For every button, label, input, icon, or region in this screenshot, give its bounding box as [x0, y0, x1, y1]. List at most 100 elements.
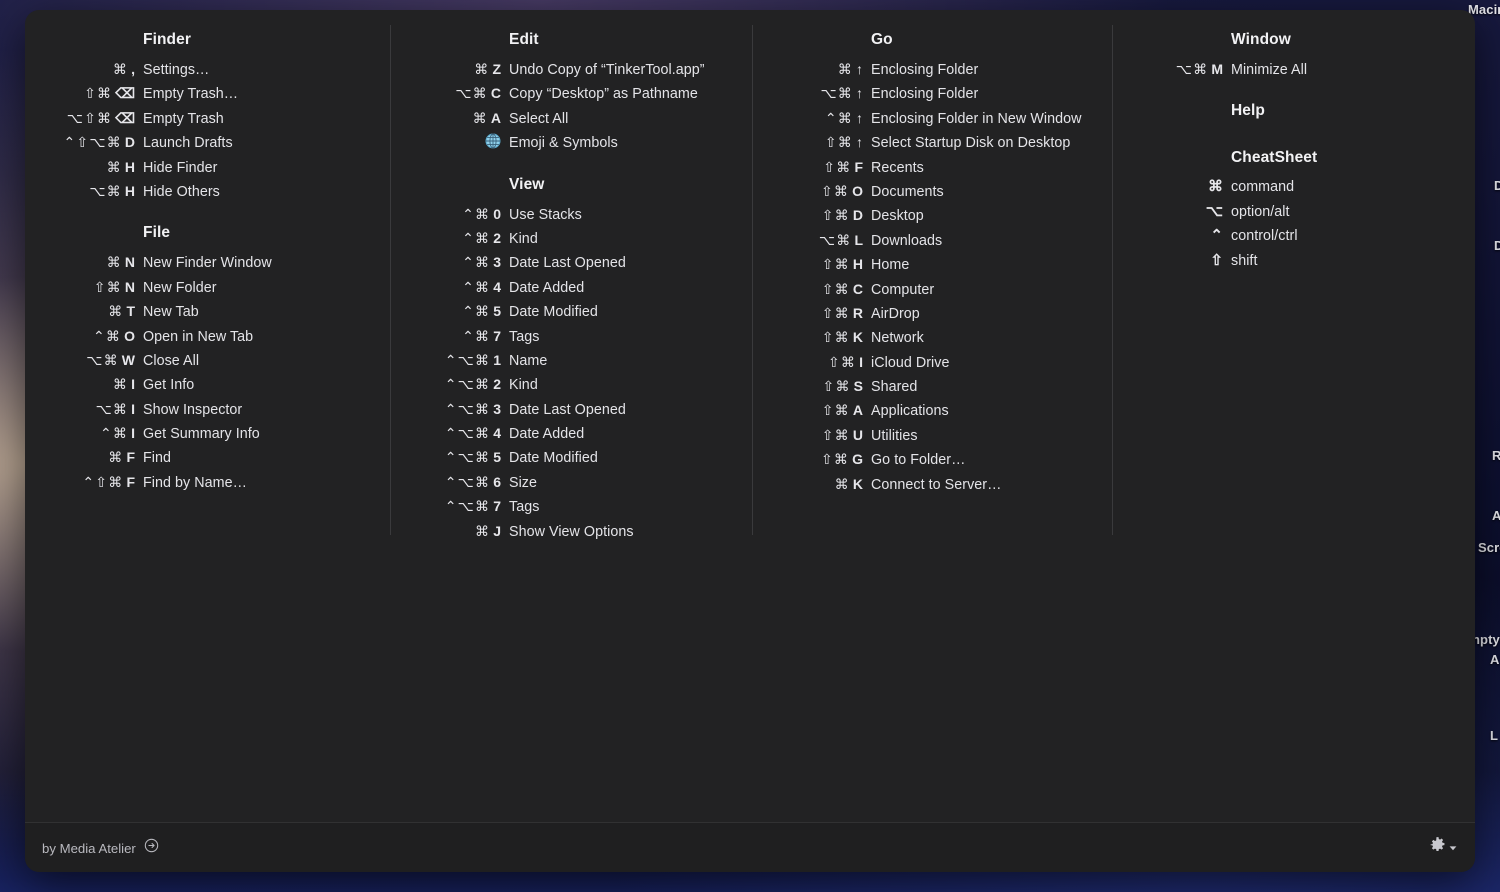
desktop-icon-label: R [1492, 448, 1500, 463]
menu-command-label: Use Stacks [509, 206, 582, 223]
shortcut-keys: ⌥⌘ L [753, 228, 863, 252]
modifier-glyphs: ⌥⌘ [86, 351, 119, 368]
shortcut-keys: ⌃⌘ 5 [391, 299, 501, 323]
shortcut-keys: ⌘ K [753, 472, 863, 496]
shortcut-key: 4 [493, 278, 501, 295]
shortcut-row: Emoji & Symbols [391, 130, 753, 154]
modifier-glyphs: ⌃⌘ [824, 109, 853, 126]
menu-command-label: Empty Trash [143, 110, 224, 127]
shortcut-key: ⌫ [115, 109, 135, 126]
section-edit: Edit ⌘ Z Undo Copy of “TinkerTool.app” ⌥⌘ C Co… [391, 28, 753, 173]
shortcut-row: ⇧⌘ K Network [753, 325, 1113, 349]
cheatsheet-overlay-panel: Finder ⌘, Settings… ⇧⌘ ⌫ Empty Trash… ⌥⇧⌘ ⌫ Empt… [25, 10, 1475, 872]
shortcut-row: ⌃⌘ 2 Kind [391, 226, 753, 250]
shortcut-key: O [124, 327, 135, 344]
shortcut-keys: ⌃⇧⌥⌘ D [25, 130, 135, 154]
shortcut-row: ⌘ Z Undo Copy of “TinkerTool.app” [391, 57, 753, 81]
shortcut-key: K [852, 329, 863, 346]
modifier-glyphs: ⌘ [106, 158, 122, 175]
shortcut-keys: ⌥⇧⌘ ⌫ [25, 106, 135, 130]
shortcut-keys: ⌃⌘ 7 [391, 324, 501, 348]
shortcut-keys: ⇧⌘ G [753, 447, 863, 471]
shortcut-key: 7 [493, 327, 501, 344]
shortcut-row: ⌘ K Connect to Server… [753, 472, 1113, 496]
section-view: View ⌃⌘ 0 Use Stacks ⌃⌘ 2 Kind ⌃⌘ 3 Date Last Ope… [391, 173, 753, 543]
modifier-glyphs: ⌃⌘ [462, 303, 491, 320]
menu-command-label: Utilities [871, 427, 918, 444]
shortcut-keys: ⌃⌥⌘ 7 [391, 494, 501, 518]
modifier-glyphs: ⌃⌥⌘ [444, 425, 491, 442]
menu-command-label: Undo Copy of “TinkerTool.app” [509, 62, 705, 78]
legend-row: ⌃ control/ctrl [1113, 224, 1475, 248]
shortcut-row: ⌘, Settings… [25, 57, 391, 81]
shortcut-key: M [1211, 61, 1223, 77]
shortcut-keys: ⌘ J [391, 519, 501, 543]
menu-command-label: Launch Drafts [143, 135, 233, 152]
menu-command-label: AirDrop [871, 305, 920, 322]
modifier-glyphs: ⌘ [108, 303, 124, 320]
shortcut-row: ⌃⌘ 0 Use Stacks [391, 202, 753, 226]
modifier-glyphs: ⌃⌘ [92, 327, 122, 344]
shortcut-keys: ⌥⌘ I [25, 397, 135, 421]
menu-command-label: Tags [509, 499, 540, 516]
section-heading: File [143, 224, 171, 242]
shortcut-key: S [853, 378, 863, 395]
settings-menu-button[interactable] [1428, 836, 1457, 860]
menu-command-label: New Tab [143, 304, 199, 321]
arrow-right-circle-icon[interactable] [144, 838, 159, 858]
legend-label: shift [1231, 252, 1258, 269]
shortcut-row: ⌃⇧⌘ F Find by Name… [25, 470, 391, 494]
shortcut-key: ↑ [856, 85, 863, 102]
shortcut-row: ⇧⌘ IiCloud Drive [753, 350, 1113, 374]
gear-icon[interactable] [1428, 836, 1447, 860]
caret-down-icon[interactable] [1449, 839, 1457, 857]
modifier-glyphs: ⌘ [475, 522, 491, 539]
modifier-glyphs: ⌥⌘ [818, 231, 852, 248]
shortcut-key: ⌥ [1205, 202, 1223, 220]
shortcut-key: D [852, 207, 863, 224]
menu-command-label: Date Last Opened [509, 401, 626, 418]
shortcut-keys: ⇧⌘ F [753, 155, 863, 179]
menu-command-label: Date Last Opened [509, 255, 626, 272]
shortcut-key: F [854, 158, 863, 175]
shortcut-key: A [490, 109, 501, 126]
shortcut-key: N [124, 254, 135, 271]
globe-icon [485, 132, 501, 156]
desktop-icon-label: Screenshots [1478, 540, 1500, 555]
credit-link[interactable]: by Media Atelier [42, 838, 159, 858]
panel-footer: by Media Atelier [25, 822, 1475, 872]
menu-command-label: Open in New Tab [143, 328, 254, 345]
menu-command-label: Enclosing Folder [871, 86, 979, 103]
column-go: Go ⌘ ↑ Enclosing Folder ⌥⌘ ↑ Enclosing Folder ⌃… [753, 10, 1113, 822]
shortcut-key: 0 [493, 205, 501, 222]
modifier-glyphs: ⌥⌘ [820, 85, 853, 102]
shortcut-row: ⌃⌥⌘ 2 Kind [391, 372, 753, 396]
column-edit-view: Edit ⌘ Z Undo Copy of “TinkerTool.app” ⌥⌘ C Co… [391, 10, 753, 822]
legend-label: command [1231, 179, 1295, 196]
section-go: Go ⌘ ↑ Enclosing Folder ⌥⌘ ↑ Enclosing Folder ⌃… [753, 28, 1113, 496]
shortcut-key: H [124, 158, 135, 175]
modifier-glyphs: ⇧⌘ [824, 134, 853, 151]
shortcut-key: C [490, 85, 501, 102]
modifier-glyphs: ⌃⇧⌥⌘ [63, 134, 122, 151]
menu-command-label: Minimize All [1231, 62, 1308, 78]
modifier-glyphs: ⌥⌘ [89, 182, 122, 199]
shortcut-row: ⌥⌘ L Downloads [753, 228, 1113, 252]
shortcut-keys: ⌃⌥⌘ 4 [391, 421, 501, 445]
modifier-glyphs: ⇧⌘ [821, 329, 850, 346]
modifier-glyphs: ⇧⌘ [821, 207, 850, 224]
section-finder: Finder ⌘, Settings… ⇧⌘ ⌫ Empty Trash… ⌥⇧⌘ ⌫ Empt… [25, 28, 391, 221]
modifier-glyphs: ⇧⌘ [821, 426, 850, 443]
shortcut-key: Z [492, 61, 501, 77]
shortcut-keys: ⇧⌘ S [753, 374, 863, 398]
shortcut-keys: ⌘ I [25, 372, 135, 396]
shortcut-key: ⌫ [115, 85, 135, 102]
section-heading: Edit [509, 31, 539, 48]
shortcut-row: ⇧⌘ S Shared [753, 374, 1113, 398]
modifier-glyphs: ⌥⌘ [1175, 61, 1209, 77]
modifier-glyphs: ⇧⌘ [820, 451, 850, 468]
shortcut-keys: ⌥⌘ ↑ [753, 81, 863, 105]
shortcut-keys: ⌃⌥⌘ 1 [391, 348, 501, 372]
